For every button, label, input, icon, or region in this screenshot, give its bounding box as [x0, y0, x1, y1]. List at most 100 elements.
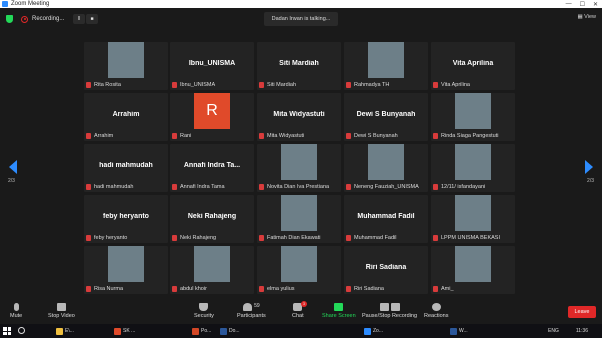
- participant-video: [455, 195, 491, 231]
- participant-tile[interactable]: Neneng Fauziah_UNISMA: [344, 144, 428, 192]
- taskbar-item-zoom[interactable]: Zo...: [364, 327, 383, 335]
- taskbar-item-word[interactable]: Do...: [220, 327, 240, 335]
- participant-video: [281, 195, 317, 231]
- participant-label: LPPM UNISMA BEKASI: [433, 234, 500, 242]
- search-icon[interactable]: [18, 327, 25, 334]
- participant-tile[interactable]: feby heryanto feby heryanto: [84, 195, 168, 243]
- participant-tile[interactable]: Novita Dian Iva Prestiana: [257, 144, 341, 192]
- participant-tile[interactable]: Fatimah Dian Ekawati: [257, 195, 341, 243]
- participant-label: Dewi S Bunyanah: [346, 132, 398, 140]
- muted-mic-icon: [172, 184, 177, 190]
- taskbar-item-sk[interactable]: SK ...: [114, 327, 135, 335]
- participant-name: abdul khoir: [180, 286, 207, 292]
- zoom-icon: [364, 327, 371, 335]
- participant-tile[interactable]: Ibnu_UNISMA Ibnu_UNISMA: [170, 42, 254, 90]
- participant-tile[interactable]: hadi mahmudah hadi mahmudah: [84, 144, 168, 192]
- participant-video: [455, 144, 491, 180]
- meeting-toolbar: Mute Stop Video Security 59 Participants…: [0, 300, 602, 324]
- muted-mic-icon: [346, 133, 351, 139]
- reactions-button[interactable]: Reactions: [424, 303, 448, 319]
- participant-tile[interactable]: 12/11/ isfandayani: [431, 144, 515, 192]
- participant-name: Ibnu_UNISMA: [180, 82, 216, 88]
- participant-tile[interactable]: Neki Rahajeng Neki Rahajeng: [170, 195, 254, 243]
- participant-tile[interactable]: LPPM UNISMA BEKASI: [431, 195, 515, 243]
- participant-label: Riri Sadiana: [346, 285, 384, 293]
- pause-stop-recording-button[interactable]: Pause/Stop Recording: [362, 303, 417, 319]
- powerpoint-icon: [192, 327, 199, 335]
- view-button[interactable]: ▦ View: [577, 14, 596, 20]
- close-button[interactable]: ✕: [593, 1, 598, 8]
- people-icon: [243, 303, 253, 311]
- muted-mic-icon: [433, 286, 438, 292]
- windows-start-icon[interactable]: [3, 327, 11, 335]
- taskbar-item-word-2[interactable]: W...: [450, 327, 468, 335]
- participant-label: elma yulius: [259, 285, 295, 293]
- share-screen-label: Share Screen: [322, 313, 356, 319]
- muted-mic-icon: [433, 184, 438, 190]
- recording-indicator: Recording...: [21, 14, 64, 24]
- muted-mic-icon: [259, 286, 264, 292]
- page-indicator-right: 2/3: [587, 178, 594, 184]
- stop-recording-button[interactable]: ■: [86, 14, 98, 24]
- participant-name: Rahmadya TH: [354, 82, 390, 88]
- participant-tile[interactable]: Rahmadya TH: [344, 42, 428, 90]
- taskbar-item-explorer[interactable]: E\...: [56, 327, 74, 335]
- participant-label: feby heryanto: [86, 234, 127, 242]
- participant-name: Dewi S Bunyanah: [354, 133, 398, 139]
- participant-label: Neneng Fauziah_UNISMA: [346, 183, 419, 191]
- taskbar-item-label: Zo...: [373, 328, 384, 334]
- share-screen-button[interactable]: Share Screen: [322, 303, 356, 319]
- muted-mic-icon: [346, 184, 351, 190]
- participant-tile[interactable]: Ami_: [431, 246, 515, 294]
- muted-mic-icon: [172, 82, 177, 88]
- previous-page-arrow-icon[interactable]: [8, 160, 18, 174]
- stop-video-button[interactable]: Stop Video: [48, 303, 75, 319]
- participant-name: Rita Rosita: [94, 82, 121, 88]
- participant-label: Rinda Siaga Pangestuti: [433, 132, 498, 140]
- participant-name: Rani: [180, 133, 192, 139]
- participant-name-large: hadi mahmudah: [99, 162, 153, 169]
- participant-tile[interactable]: Risa Nurma: [84, 246, 168, 294]
- participant-name-large: feby heryanto: [103, 213, 149, 220]
- participant-tile[interactable]: Muhammad Fadil Muhammad Fadil: [344, 195, 428, 243]
- taskbar-item-powerpoint[interactable]: Po...: [192, 327, 211, 335]
- page-indicator-left: 2/3: [8, 178, 15, 184]
- maximize-button[interactable]: ☐: [580, 1, 585, 8]
- participant-tile[interactable]: elma yulius: [257, 246, 341, 294]
- participant-name: elma yulius: [267, 286, 295, 292]
- participant-tile[interactable]: Mita Widyastuti Mita Widyastuti: [257, 93, 341, 141]
- participant-tile[interactable]: R Rani: [170, 93, 254, 141]
- participant-name-large: Riri Sadiana: [365, 264, 407, 271]
- participant-name: Muhammad Fadil: [354, 235, 397, 241]
- participant-tile[interactable]: Rita Rosita: [84, 42, 168, 90]
- stop-video-label: Stop Video: [48, 313, 75, 319]
- participant-label: Annafi Indra Tama: [172, 183, 225, 191]
- participant-tile[interactable]: Dewi S Bunyanah Dewi S Bunyanah: [344, 93, 428, 141]
- participant-tile[interactable]: Arrahim Arrahim: [84, 93, 168, 141]
- pause-recording-button[interactable]: II: [73, 14, 85, 24]
- muted-mic-icon: [433, 235, 438, 241]
- leave-button[interactable]: Leave: [568, 306, 596, 318]
- participants-button[interactable]: 59 Participants: [237, 303, 266, 319]
- security-label: Security: [194, 313, 214, 319]
- muted-mic-icon: [86, 82, 91, 88]
- security-button[interactable]: Security: [194, 303, 214, 319]
- participant-tile[interactable]: Annafi Indra Ta... Annafi Indra Tama: [170, 144, 254, 192]
- minimize-button[interactable]: —: [566, 1, 572, 8]
- participant-name: Annafi Indra Tama: [180, 184, 225, 190]
- participant-name-large: Muhammad Fadil: [357, 213, 415, 220]
- participant-tile[interactable]: Siti Mardiah Siti Mardiah: [257, 42, 341, 90]
- muted-mic-icon: [259, 184, 264, 190]
- participant-label: Mita Widyastuti: [259, 132, 304, 140]
- taskbar-item-label: Do...: [229, 328, 240, 334]
- participant-tile[interactable]: abdul khoir: [170, 246, 254, 294]
- next-page-arrow-icon[interactable]: [584, 160, 594, 174]
- shield-icon[interactable]: [6, 15, 13, 23]
- chat-button[interactable]: 3 Chat: [292, 301, 307, 319]
- language-indicator[interactable]: ENG: [548, 327, 559, 335]
- participant-tile[interactable]: Vita Aprilina Vita Aprilina: [431, 42, 515, 90]
- participant-avatar-initial: R: [194, 93, 230, 129]
- participant-tile[interactable]: Rinda Siaga Pangestuti: [431, 93, 515, 141]
- mute-button[interactable]: Mute: [10, 303, 22, 319]
- participant-tile[interactable]: Riri Sadiana Riri Sadiana: [344, 246, 428, 294]
